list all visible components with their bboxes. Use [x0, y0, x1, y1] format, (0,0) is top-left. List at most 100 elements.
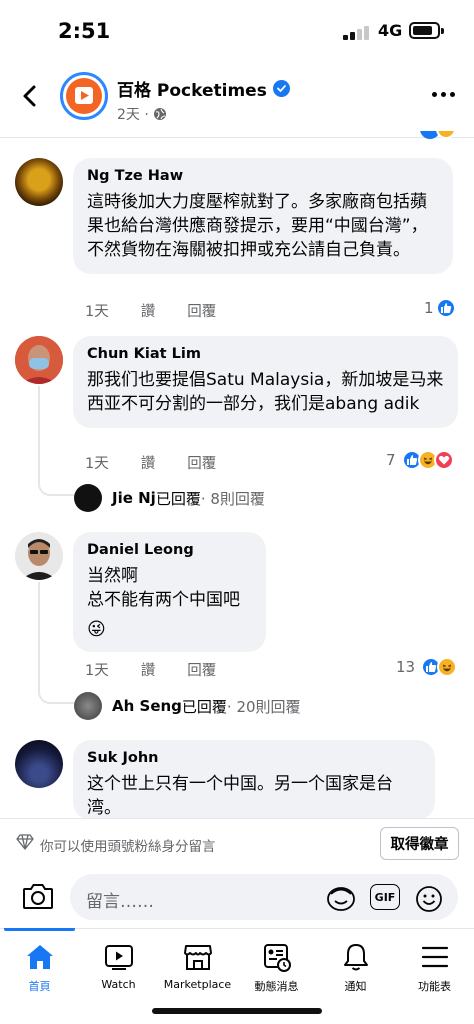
battery-icon — [409, 22, 444, 39]
gif-label: GIF — [374, 890, 396, 904]
more-dots-icon — [432, 92, 437, 97]
comment-actions: 1天 讚 回覆 — [85, 452, 248, 473]
page-title[interactable]: 百格 Pocketimes — [117, 76, 290, 101]
haha-reaction-icon — [437, 657, 458, 677]
marketplace-icon — [183, 945, 212, 970]
avatar — [74, 692, 102, 720]
like-button[interactable]: 讚 — [141, 659, 156, 680]
top-fan-bar: 你可以使用頭號粉絲身分留言 取得徽章 — [0, 818, 474, 866]
menu-icon — [421, 946, 448, 968]
comment-composer: 留言…… GIF — [0, 866, 474, 928]
comment-text-line: 当然啊 — [87, 566, 138, 586]
reaction-summary[interactable]: 13 — [396, 657, 458, 677]
post-time: 2天 · — [117, 107, 149, 123]
comment-text: 这个世上只有一个中国。另一个国家是台湾。 — [87, 774, 393, 818]
more-options-button[interactable] — [432, 92, 456, 100]
avatar[interactable] — [15, 532, 63, 580]
back-button[interactable] — [16, 82, 44, 110]
commenter-name[interactable]: Chun Kiat Lim — [87, 346, 444, 362]
feeds-icon — [263, 944, 291, 972]
comment-actions: 1天 讚 回覆 — [85, 300, 248, 321]
comment-bubble: Ng Tze Haw 這時後加大力度壓榨就對了。多家廠商包括蘋果也給台灣供應商發… — [73, 158, 453, 274]
avatar[interactable] — [15, 740, 63, 788]
comment-bubble: Chun Kiat Lim 那我们也要提倡Satu Malaysia，新加坡是马… — [73, 336, 458, 428]
bell-icon — [343, 944, 368, 971]
network-type: 4G — [378, 21, 403, 40]
like-button[interactable]: 讚 — [141, 452, 156, 473]
reaction-summary[interactable]: 7 — [386, 450, 454, 470]
reply-button[interactable]: 回覆 — [187, 300, 216, 321]
commenter-name[interactable]: Daniel Leong — [87, 542, 252, 558]
love-reaction-icon — [433, 450, 454, 470]
reaction-count: 7 — [386, 451, 396, 469]
camera-icon — [23, 884, 53, 909]
comment-text: 那我们也要提倡Satu Malaysia，新加坡是马来西亚不可分割的一部分，我们… — [87, 370, 444, 414]
thread-elbow — [38, 688, 74, 704]
replied-text: 已回覆 — [155, 489, 201, 508]
replier-name[interactable]: Ah Seng — [112, 697, 182, 715]
globe-icon — [153, 108, 166, 120]
avatar — [74, 484, 102, 512]
tab-feeds[interactable]: 動態消息 — [237, 929, 316, 999]
thread-line — [38, 582, 40, 690]
comment-input[interactable]: 留言…… GIF — [70, 874, 458, 920]
thread-elbow — [38, 480, 74, 496]
tab-label: 動態消息 — [254, 980, 299, 993]
verified-badge-icon — [272, 80, 290, 97]
tab-label: 功能表 — [418, 980, 451, 993]
like-reaction-icon — [435, 298, 456, 318]
reply-count: · 20則回覆 — [226, 697, 301, 716]
comment-time: 1天 — [85, 304, 109, 320]
tab-marketplace[interactable]: Marketplace — [158, 929, 237, 999]
reaction-count: 13 — [396, 658, 416, 676]
reaction-summary[interactable]: 1 — [424, 298, 456, 318]
avatar[interactable] — [15, 336, 63, 384]
page-name[interactable]: 百格 Pocketimes — [117, 76, 267, 101]
comment-bubble: Daniel Leong 当然啊 总不能有两个中国吧 😜 — [73, 532, 266, 652]
emoji-icon[interactable] — [415, 885, 443, 913]
pocketimes-logo-icon — [66, 78, 102, 114]
status-time: 2:51 — [58, 19, 111, 43]
comment-time: 1天 — [85, 456, 109, 472]
status-bar: 2:51 4G — [0, 0, 474, 62]
tab-notifications[interactable]: 通知 — [316, 929, 395, 999]
reply-count: · 8則回覆 — [200, 489, 265, 508]
chevron-left-icon — [23, 85, 36, 107]
post-meta: 2天 · — [117, 104, 167, 124]
reply-button[interactable]: 回覆 — [187, 452, 216, 473]
comment-text-line: 总不能有两个中国吧 — [87, 590, 240, 610]
view-replies-link[interactable]: Jie Nj 已回覆 · 8則回覆 — [74, 484, 265, 512]
wink-emoji-icon: 😜 — [87, 619, 106, 640]
commenter-name[interactable]: Ng Tze Haw — [87, 168, 439, 184]
tab-label: 通知 — [344, 980, 367, 993]
comment-text: 這時後加大力度壓榨就對了。多家廠商包括蘋果也給台灣供應商發提示，要用“中國台灣”… — [87, 192, 428, 260]
comment-time: 1天 — [85, 663, 109, 679]
page-avatar[interactable] — [60, 72, 108, 120]
get-badge-button[interactable]: 取得徽章 — [380, 827, 459, 860]
tab-label: Watch — [101, 978, 136, 991]
tab-watch[interactable]: Watch — [79, 929, 158, 999]
avatar[interactable] — [15, 158, 63, 206]
top-fan-hint: 你可以使用頭號粉絲身分留言 — [40, 839, 216, 855]
watch-icon — [104, 945, 133, 970]
tab-home[interactable]: 首頁 — [0, 928, 79, 999]
gif-button[interactable]: GIF — [370, 884, 400, 910]
signal-icon — [343, 25, 371, 40]
reply-button[interactable]: 回覆 — [187, 659, 216, 680]
camera-button[interactable] — [22, 882, 54, 914]
avatar-sticker-icon[interactable] — [326, 885, 356, 911]
commenter-name[interactable]: Suk John — [87, 750, 421, 766]
like-button[interactable]: 讚 — [141, 300, 156, 321]
view-replies-link[interactable]: Ah Seng 已回覆 · 20則回覆 — [74, 692, 301, 720]
tab-label: Marketplace — [163, 978, 232, 991]
thread-line — [38, 386, 40, 482]
tab-menu[interactable]: 功能表 — [395, 929, 474, 999]
post-header: 百格 Pocketimes 2天 · — [0, 62, 474, 138]
diamond-icon — [16, 834, 34, 850]
reaction-count: 1 — [424, 299, 434, 317]
home-indicator[interactable] — [152, 1008, 322, 1014]
previous-comment-reactions — [420, 131, 460, 139]
replier-name[interactable]: Jie Nj — [112, 489, 156, 507]
comment-actions: 1天 讚 回覆 — [85, 659, 248, 680]
comment-bubble: Suk John 这个世上只有一个中国。另一个国家是台湾。 — [73, 740, 435, 820]
